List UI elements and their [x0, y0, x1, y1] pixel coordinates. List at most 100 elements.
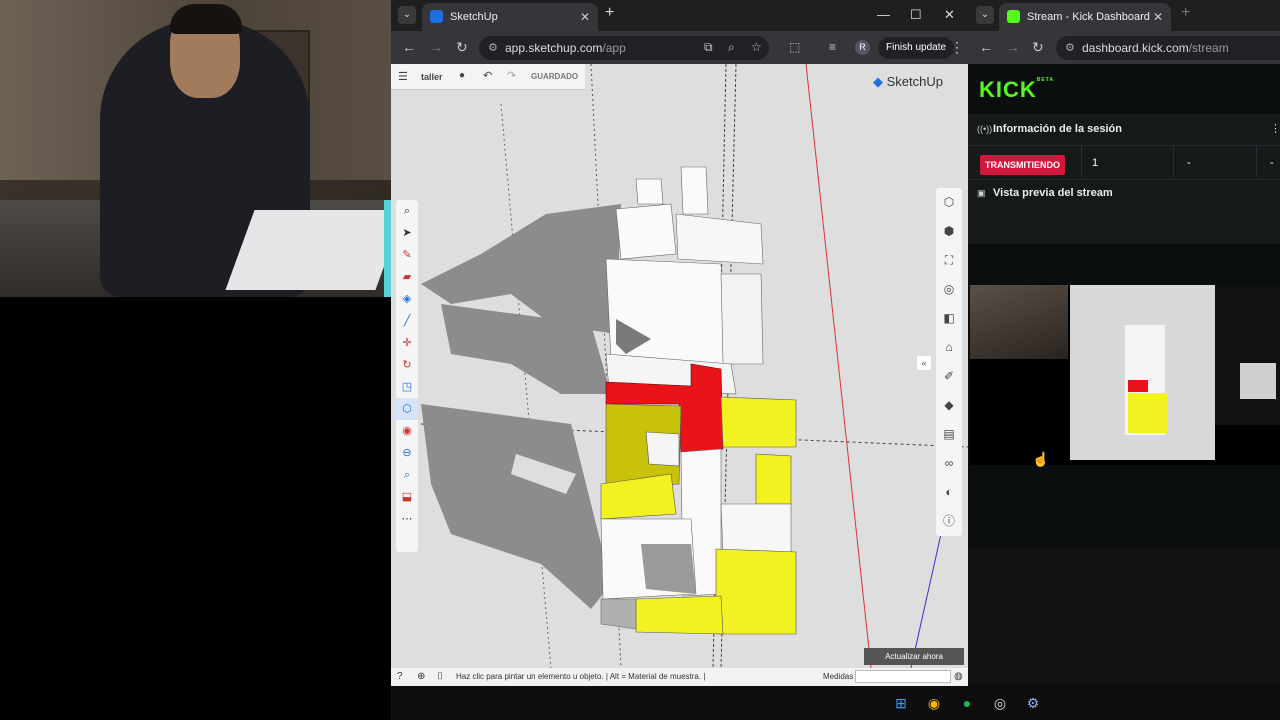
mouse-icon: ⌷ [437, 671, 443, 682]
sketchup-brand: ◆ SketchUp [873, 74, 943, 90]
back-icon[interactable]: ← [402, 39, 416, 55]
move-icon[interactable]: ✛ [396, 332, 418, 354]
url-field-kick[interactable]: ⚙ dashboard.kick.com/stream [1056, 36, 1280, 60]
redo-icon[interactable]: ↷ [507, 69, 516, 82]
install-app-icon[interactable]: ⧉ [704, 39, 713, 55]
stat-value-2: - [1187, 157, 1191, 169]
address-bar-kick: ← → ↻ ⚙ dashboard.kick.com/stream [968, 31, 1280, 64]
select-icon[interactable]: ➤ [396, 222, 418, 244]
streamer-hair [170, 4, 242, 34]
glasses-icon[interactable]: ∞ [936, 449, 962, 478]
back-icon-kick[interactable]: ← [979, 39, 993, 55]
stat-separator [1256, 145, 1257, 177]
live-status-badge: TRANSMITIENDO [980, 155, 1065, 175]
maximize-icon[interactable]: ☐ [910, 7, 922, 23]
forward-icon[interactable]: → [429, 39, 443, 55]
windows-start-icon[interactable]: ⊞ [891, 693, 911, 713]
entity-info-icon[interactable]: ⬡ [936, 188, 962, 217]
tab-search-icon[interactable]: ⌄ [398, 6, 416, 24]
minimize-icon[interactable]: — [877, 7, 890, 22]
components-icon[interactable]: ⬢ [936, 217, 962, 246]
desk-papers [225, 210, 391, 290]
undo-icon[interactable]: ↶ [483, 69, 492, 82]
mouse-cursor-icon: ☝ [1032, 451, 1050, 467]
reload-icon-kick[interactable]: ↻ [1032, 39, 1044, 55]
line-icon[interactable]: ╱ [396, 310, 418, 332]
close-tab-icon-kick[interactable]: ✕ [1153, 3, 1163, 31]
help-icon[interactable]: ? [397, 668, 403, 686]
chrome-icon[interactable]: ◉ [924, 693, 944, 713]
pencil-icon[interactable]: ✎ [396, 244, 418, 266]
close-tab-icon[interactable]: ✕ [580, 3, 590, 31]
globe-icon[interactable]: ⊕ [417, 668, 425, 686]
layers-icon[interactable]: ◧ [936, 304, 962, 333]
user-icon[interactable]: ● [459, 70, 465, 81]
hamburger-menu-icon[interactable]: ☰ [398, 70, 408, 83]
tab-search-icon-kick[interactable]: ⌄ [976, 6, 994, 24]
new-tab-icon-kick[interactable]: + [1181, 4, 1190, 22]
zoom-icon[interactable]: ⌕ [728, 39, 735, 55]
outliner-icon[interactable]: ✐ [936, 362, 962, 391]
scenes-icon[interactable]: ⌂ [936, 333, 962, 362]
new-tab-icon[interactable]: + [605, 4, 614, 22]
eraser-icon[interactable]: ▰ [396, 266, 418, 288]
project-name[interactable]: taller [421, 72, 443, 82]
tape-measure-icon[interactable]: ◉ [396, 420, 418, 442]
collapse-panel-icon[interactable]: « [917, 356, 931, 370]
tab-title-kick: Stream - Kick Dashboard [1027, 11, 1150, 23]
stat-value-3: - [1270, 157, 1274, 169]
vcb-icon[interactable]: ◍ [954, 668, 963, 686]
spotify-icon[interactable]: ● [957, 693, 977, 713]
stat-separator [1081, 145, 1082, 177]
scale-icon[interactable]: ◳ [396, 376, 418, 398]
update-now-button[interactable]: Actualizar ahora [864, 648, 964, 665]
broadcast-icon: ((•)) [977, 124, 993, 134]
extensions-icon[interactable]: ⬚ [789, 39, 800, 55]
styles-icon[interactable]: ◎ [936, 275, 962, 304]
more-icon[interactable]: ⋯ [396, 508, 418, 530]
info-icon[interactable]: ⓘ [936, 507, 962, 536]
stream-preview-video[interactable] [970, 285, 1280, 465]
url-field[interactable]: ⚙ app.sketchup.com/app [479, 36, 769, 60]
display-icon[interactable]: ◆ [936, 391, 962, 420]
browser-window-kick: ⌄ Stream - Kick Dashboard ✕ + ← → ↻ ⚙ da… [968, 0, 1280, 686]
browser-menu-icon[interactable]: ⋮ [950, 39, 964, 55]
preview-webcam-thumb [970, 285, 1068, 359]
instructor-icon[interactable]: ▤ [936, 420, 962, 449]
browser-window-sketchup: ⌄ SketchUp ✕ + — ☐ ✕ ← → ↻ ⚙ app.sketchu… [391, 0, 968, 686]
tab-bar-kick: ⌄ Stream - Kick Dashboard ✕ + [968, 0, 1280, 31]
zoom-icon[interactable]: ⌕ [396, 464, 418, 486]
close-window-icon[interactable]: ✕ [944, 7, 955, 23]
media-icon[interactable]: ≡ [829, 39, 836, 55]
kick-logo[interactable]: KICKBETA [979, 77, 1054, 103]
push-pull-icon[interactable]: ⬡ [396, 398, 418, 420]
reload-icon[interactable]: ↻ [456, 39, 468, 55]
site-info-icon[interactable]: ⚙ [488, 36, 498, 60]
profile-avatar[interactable]: R [855, 40, 870, 55]
measurements-input[interactable] [855, 670, 951, 683]
forward-icon-kick[interactable]: → [1006, 39, 1020, 55]
sketchup-brand-text: SketchUp [886, 74, 943, 89]
session-menu-icon[interactable]: ⋮ [1270, 122, 1280, 135]
measurements-label: Medidas [823, 672, 854, 681]
section-icon[interactable]: ⬓ [396, 486, 418, 508]
site-info-icon-kick[interactable]: ⚙ [1065, 36, 1075, 60]
finish-update-button[interactable]: Finish update [878, 37, 955, 59]
sketchup-viewport[interactable]: ☰ taller ● ↶ ↷ GUARDADO ◆ SketchUp ⌕ ➤ ✎… [391, 64, 968, 668]
obs-icon[interactable]: ◎ [990, 693, 1010, 713]
shadows-icon[interactable]: ◐ [936, 478, 962, 507]
paint-bucket-icon[interactable]: ◈ [396, 288, 418, 310]
right-panel-bar: ⬡ ⬢ ⛶ ◎ ◧ ⌂ ✐ ◆ ▤ ∞ ◐ ⓘ [936, 188, 962, 536]
orbit-icon[interactable]: ⊖ [396, 442, 418, 464]
materials-icon[interactable]: ⛶ [936, 246, 962, 275]
bookmark-star-icon[interactable]: ☆ [751, 39, 762, 55]
tab-sketchup[interactable]: SketchUp ✕ [422, 3, 598, 31]
tab-kick[interactable]: Stream - Kick Dashboard ✕ [999, 3, 1171, 31]
settings-icon[interactable]: ⚙ [1023, 693, 1043, 713]
search-icon[interactable]: ⌕ [396, 200, 418, 222]
saved-status: GUARDADO [531, 72, 579, 81]
divider [968, 179, 1280, 180]
model-canvas[interactable] [391, 64, 968, 668]
preview-sketchup-thumb [1070, 285, 1215, 460]
rotate-icon[interactable]: ↻ [396, 354, 418, 376]
